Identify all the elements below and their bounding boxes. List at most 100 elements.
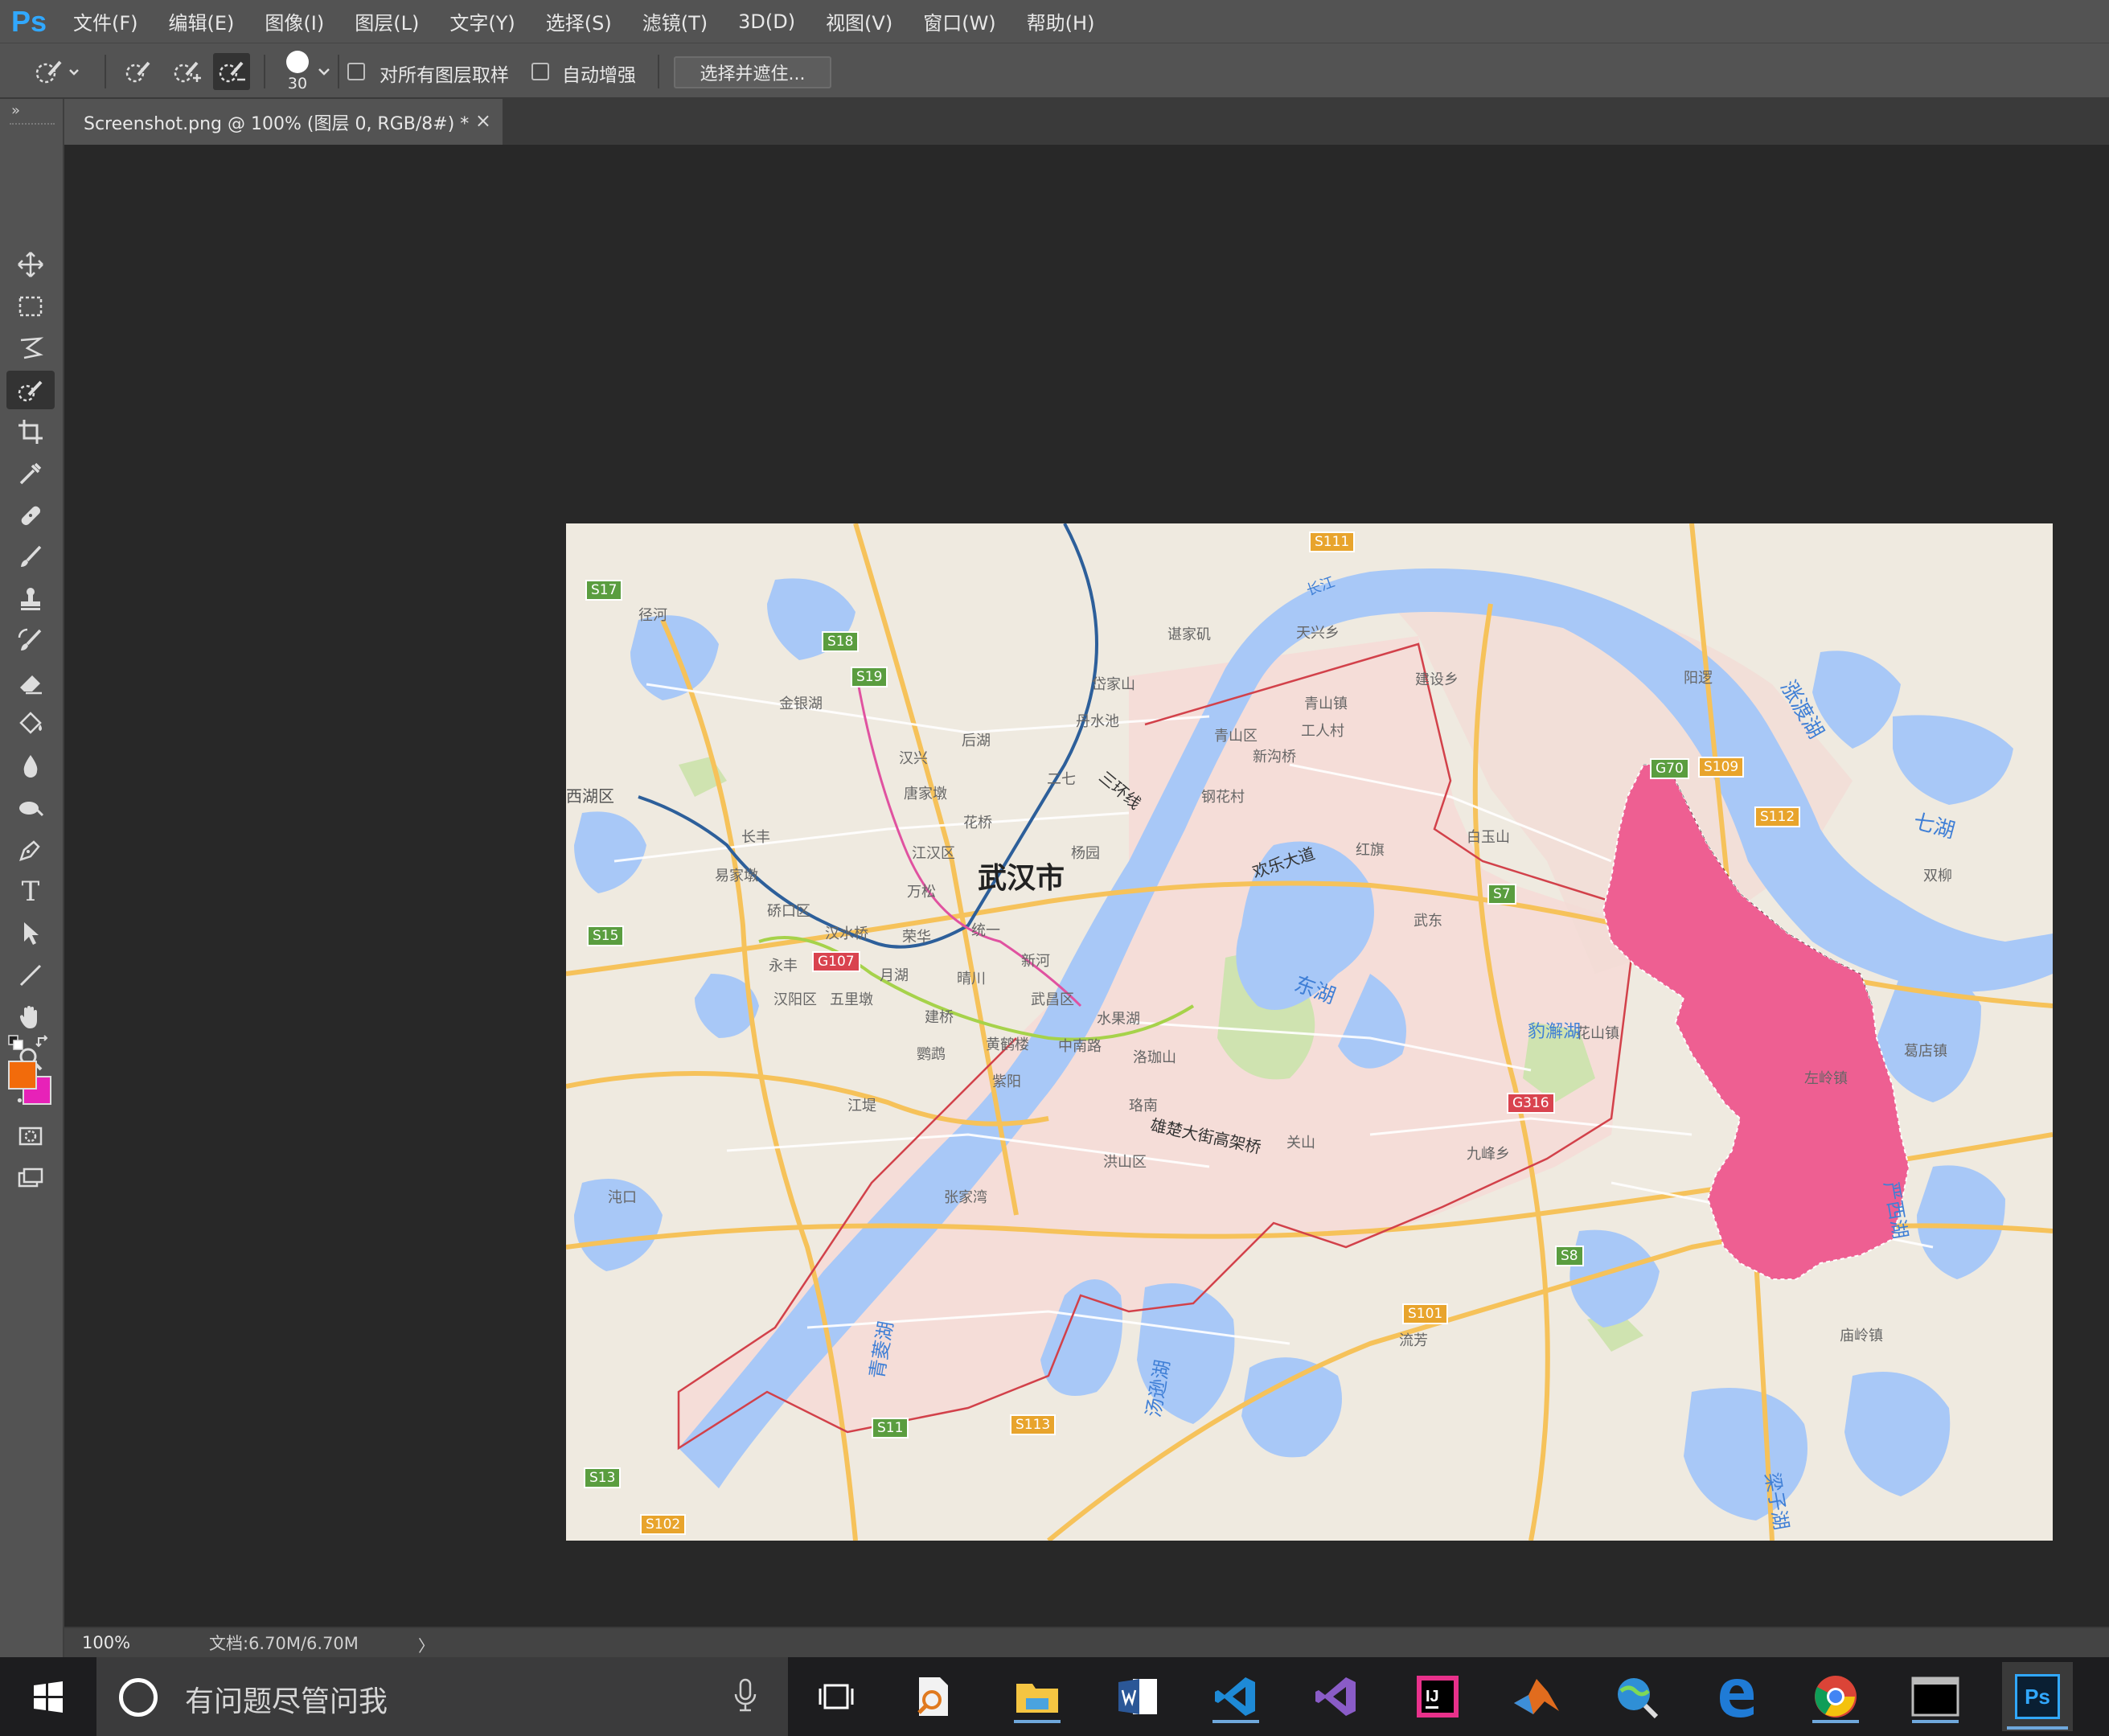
path-selection-tool[interactable]: [6, 914, 55, 953]
menu-edit[interactable]: 编辑(E): [154, 0, 250, 43]
visual-studio-icon: [1315, 1677, 1356, 1716]
globe-app-button[interactable]: [1608, 1668, 1664, 1725]
photoshop-icon: Ps: [2015, 1674, 2060, 1719]
menu-help[interactable]: 帮助(H): [1011, 0, 1110, 43]
menu-layer[interactable]: 图层(L): [339, 0, 434, 43]
eyedropper-tool[interactable]: [6, 454, 55, 493]
map-image[interactable]: 径河 金银湖 西湖区 长丰 易家墩 硚口区 汉水桥 永丰 汉阳区 五里墩 汉兴 …: [566, 523, 2053, 1541]
collapse-panel-icon[interactable]: »: [11, 102, 20, 119]
search-app-button[interactable]: [905, 1668, 962, 1725]
new-selection-mode[interactable]: [119, 55, 158, 88]
terminal-button[interactable]: [1907, 1668, 1963, 1725]
map-label: 新沟桥: [1253, 749, 1296, 765]
auto-enhance-checkbox[interactable]: [531, 63, 549, 80]
map-label: 岱家山: [1092, 676, 1135, 693]
start-button[interactable]: [0, 1657, 96, 1736]
map-label: 水果湖: [1097, 1011, 1140, 1028]
matlab-button[interactable]: [1508, 1668, 1565, 1725]
line-icon: [19, 964, 42, 987]
zoom-level[interactable]: 100%: [64, 1633, 145, 1652]
crop-tool[interactable]: [6, 412, 55, 451]
map-label-lake: 豹澥湖: [1528, 1022, 1582, 1042]
hand-tool[interactable]: [6, 998, 55, 1036]
clone-stamp-tool[interactable]: [6, 580, 55, 618]
edge-button[interactable]: [1708, 1668, 1764, 1725]
brush-tip-icon: [286, 51, 309, 73]
marquee-icon: [18, 296, 43, 317]
map-label: 庙岭镇: [1840, 1328, 1883, 1344]
map-label: 统一: [971, 922, 1000, 939]
quick-mask-mode[interactable]: [6, 1117, 55, 1155]
menu-filter[interactable]: 滤镜(T): [627, 0, 723, 43]
quick-selection-tool[interactable]: [6, 371, 55, 409]
tool-preset-picker[interactable]: [24, 55, 88, 88]
move-tool[interactable]: [6, 245, 55, 284]
screen-mode[interactable]: [6, 1159, 55, 1197]
brush-size: 30: [287, 75, 308, 92]
default-colors-icon[interactable]: [8, 1035, 24, 1054]
map-label: 中南路: [1058, 1038, 1102, 1055]
sample-all-layers-checkbox[interactable]: [347, 63, 365, 80]
intellij-button[interactable]: IJ: [1409, 1668, 1466, 1725]
chevron-right-icon[interactable]: 〉: [418, 1633, 434, 1656]
active-indicator: [1212, 1720, 1259, 1723]
active-indicator: [1912, 1720, 1959, 1723]
menu-select[interactable]: 选择(S): [531, 0, 627, 43]
type-tool[interactable]: T: [6, 872, 55, 911]
menu-view[interactable]: 视图(V): [810, 0, 908, 43]
paint-bucket-tool[interactable]: [6, 705, 55, 744]
arrow-cursor-icon: [24, 922, 39, 945]
photoshop-button[interactable]: Ps: [2002, 1662, 2073, 1731]
panel-grip[interactable]: [10, 123, 55, 128]
file-explorer-button[interactable]: [1009, 1668, 1065, 1725]
visual-studio-button[interactable]: [1308, 1668, 1364, 1725]
healing-brush-tool[interactable]: [6, 496, 55, 535]
select-and-mask-button[interactable]: 选择并遮住...: [674, 56, 831, 88]
menu-3d[interactable]: 3D(D): [723, 0, 810, 43]
map-label: 月湖: [880, 967, 909, 984]
map-label: 鹦鹉: [917, 1046, 946, 1063]
app-logo: Ps: [10, 4, 47, 38]
chrome-button[interactable]: [1807, 1668, 1864, 1725]
chevron-down-icon[interactable]: [315, 63, 333, 80]
map-label: 西湖区: [566, 786, 614, 806]
map-label: 天兴乡: [1296, 625, 1340, 642]
lasso-tool[interactable]: [6, 329, 55, 367]
canvas-area[interactable]: 径河 金银湖 西湖区 长丰 易家墩 硚口区 汉水桥 永丰 汉阳区 五里墩 汉兴 …: [64, 145, 2109, 1627]
swap-colors-icon[interactable]: [35, 1035, 51, 1054]
map-label: 武东: [1414, 913, 1442, 930]
tools-panel: » T: [0, 99, 64, 1657]
road-shield: S102: [640, 1514, 687, 1535]
eraser-tool[interactable]: [6, 663, 55, 702]
office-app-button[interactable]: [1110, 1668, 1166, 1725]
task-view-button[interactable]: [808, 1668, 864, 1725]
dodge-tool[interactable]: [6, 789, 55, 827]
map-label: 黄鹤楼: [986, 1036, 1029, 1053]
menu-file[interactable]: 文件(F): [58, 0, 154, 43]
brush-picker[interactable]: 30: [273, 48, 322, 95]
map-label: 洪山区: [1103, 1154, 1147, 1171]
menu-image[interactable]: 图像(I): [249, 0, 339, 43]
document-tab[interactable]: Screenshot.png @ 100% (图层 0, RGB/8#) * ×: [64, 99, 503, 145]
map-label: 丹水池: [1076, 713, 1119, 730]
add-to-selection-mode[interactable]: [167, 55, 206, 88]
vscode-button[interactable]: [1208, 1668, 1264, 1725]
menu-type[interactable]: 文字(Y): [434, 0, 530, 43]
foreground-color-swatch[interactable]: [8, 1061, 37, 1090]
blur-tool[interactable]: [6, 747, 55, 786]
sample-all-layers-label: 对所有图层取样: [380, 65, 509, 86]
cortana-search-box[interactable]: 有问题尽管问我: [96, 1657, 788, 1736]
close-icon[interactable]: ×: [475, 109, 491, 132]
history-brush-tool[interactable]: [6, 622, 55, 660]
line-tool[interactable]: [6, 956, 55, 995]
map-label: 工人村: [1301, 723, 1344, 740]
pen-tool[interactable]: [6, 831, 55, 869]
map-label: 汉阳区: [773, 991, 817, 1008]
marquee-tool[interactable]: [6, 287, 55, 326]
menu-window[interactable]: 窗口(W): [908, 0, 1011, 43]
microphone-icon[interactable]: [733, 1676, 757, 1717]
map-label: 青山区: [1214, 728, 1258, 745]
brush-tool[interactable]: [6, 538, 55, 577]
subtract-from-selection-mode[interactable]: [213, 53, 250, 90]
map-label: 五里墩: [830, 991, 873, 1008]
